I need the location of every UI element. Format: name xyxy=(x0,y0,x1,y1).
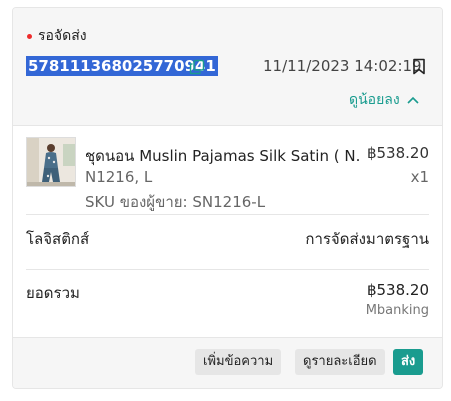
copy-icon[interactable] xyxy=(189,59,205,75)
chevron-up-icon xyxy=(407,96,419,104)
collapse-toggle[interactable]: ดูน้อยลง xyxy=(349,89,419,111)
product-image xyxy=(27,138,75,186)
ship-button[interactable]: ส่ง xyxy=(393,349,424,375)
logistics-label: โลจิสติกส์ xyxy=(26,230,90,248)
total-label: ยอดรวม xyxy=(26,284,80,302)
product-thumbnail[interactable] xyxy=(26,137,76,187)
logistics-value: การจัดส่งมาตรฐาน xyxy=(305,230,429,248)
payment-method: Mbanking xyxy=(365,303,429,318)
collapse-label: ดูน้อยลง xyxy=(349,92,400,108)
product-quantity: x1 xyxy=(410,168,429,186)
order-card: รอจัดส่ง 578111368025770941 11/11/2023 1… xyxy=(12,7,443,389)
order-header: รอจัดส่ง 578111368025770941 11/11/2023 1… xyxy=(13,8,442,126)
status-label: รอจัดส่ง xyxy=(38,28,87,44)
total-amount: ฿538.20 xyxy=(366,281,429,299)
product-name[interactable]: ชุดนอน Muslin Pajamas Silk Satin ( N... xyxy=(85,144,360,168)
product-price: ฿538.20 xyxy=(366,144,429,162)
divider xyxy=(26,214,429,215)
view-details-button[interactable]: ดูรายละเอียด xyxy=(295,349,385,375)
bookmark-icon[interactable] xyxy=(411,58,427,75)
order-status: รอจัดส่ง xyxy=(27,25,87,47)
status-dot-icon xyxy=(27,33,32,39)
add-message-button[interactable]: เพิ่มข้อความ xyxy=(195,349,282,375)
order-datetime: 11/11/2023 14:02:19 xyxy=(263,57,422,75)
product-variant: N1216, L xyxy=(85,168,153,186)
action-bar: เพิ่มข้อความ ดูรายละเอียด ส่ง xyxy=(13,337,442,388)
divider xyxy=(26,269,429,270)
product-sku: SKU ของผู้ขาย: SN1216-L xyxy=(85,193,266,211)
